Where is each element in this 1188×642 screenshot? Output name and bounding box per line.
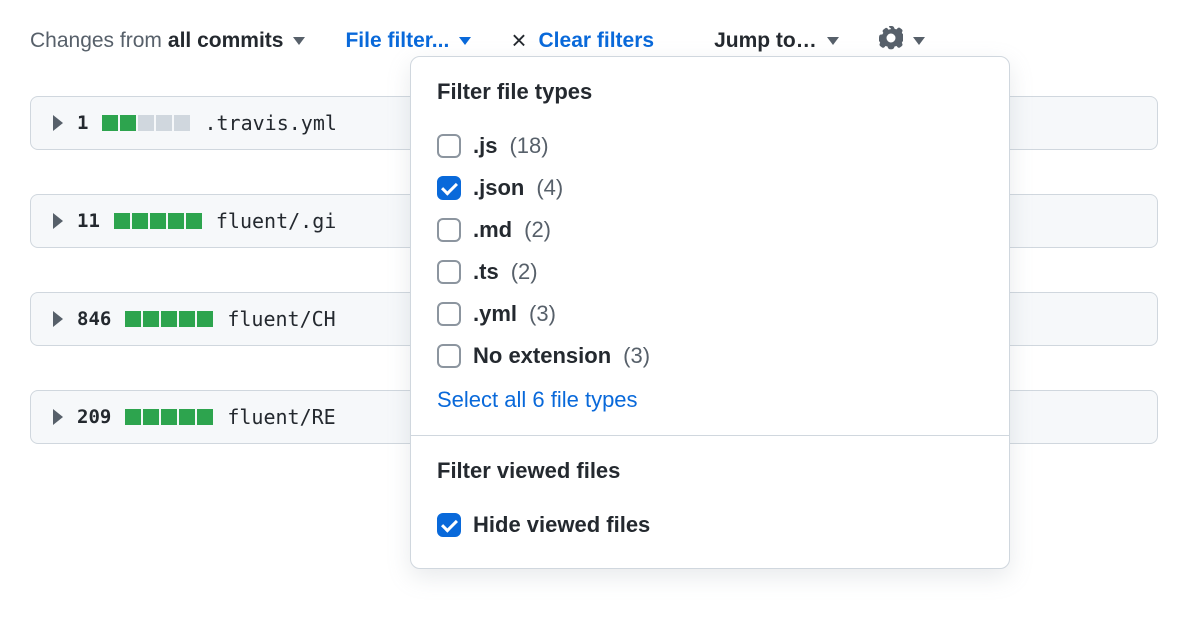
changes-from-prefix: Changes from xyxy=(30,29,162,53)
change-count: 209 xyxy=(77,406,111,428)
checkbox-icon xyxy=(437,176,461,200)
caret-down-icon xyxy=(293,37,305,45)
file-filter-dropdown[interactable]: File filter... xyxy=(345,29,471,53)
gear-icon xyxy=(879,26,903,56)
file-name: .travis.yml xyxy=(204,111,336,135)
caret-down-icon xyxy=(459,37,471,45)
filetype-option-yml[interactable]: .yml (3) xyxy=(437,293,983,335)
diff-stat-blocks xyxy=(125,409,213,425)
filter-file-types-section: Filter file types .js (18) .json (4) .md… xyxy=(411,57,1009,435)
filetype-ext: .md xyxy=(473,217,512,243)
diff-toolbar: Changes from all commits File filter... … xyxy=(30,25,1158,56)
change-count: 846 xyxy=(77,308,111,330)
file-name: fluent/.gi xyxy=(216,209,336,233)
filetype-count: (18) xyxy=(509,133,548,159)
changes-from-scope: all commits xyxy=(168,29,284,53)
file-filter-label: File filter... xyxy=(345,29,449,53)
filter-viewed-header: Filter viewed files xyxy=(437,458,983,484)
filter-file-types-header: Filter file types xyxy=(437,79,983,105)
filetype-count: (2) xyxy=(524,217,551,243)
filetype-option-ts[interactable]: .ts (2) xyxy=(437,251,983,293)
diff-stat-blocks xyxy=(125,311,213,327)
clear-filters-label: Clear filters xyxy=(539,29,655,53)
filetype-count: (3) xyxy=(623,343,650,369)
file-filter-panel: Filter file types .js (18) .json (4) .md… xyxy=(410,56,1010,569)
hide-viewed-label: Hide viewed files xyxy=(473,512,650,538)
jump-to-dropdown[interactable]: Jump to… xyxy=(714,29,839,53)
chevron-right-icon xyxy=(53,311,63,327)
caret-down-icon xyxy=(827,37,839,45)
checkbox-icon xyxy=(437,134,461,158)
file-name: fluent/RE xyxy=(227,405,335,429)
diff-settings-dropdown[interactable] xyxy=(879,26,925,56)
jump-to-label: Jump to… xyxy=(714,29,817,53)
x-icon: × xyxy=(511,25,526,56)
checkbox-icon xyxy=(437,302,461,326)
filetype-option-noext[interactable]: No extension (3) xyxy=(437,335,983,377)
filetype-count: (4) xyxy=(536,175,563,201)
file-name: fluent/CH xyxy=(227,307,335,331)
caret-down-icon xyxy=(913,37,925,45)
chevron-right-icon xyxy=(53,213,63,229)
filetype-option-js[interactable]: .js (18) xyxy=(437,125,983,167)
filetype-ext: .js xyxy=(473,133,497,159)
filetype-ext: .yml xyxy=(473,301,517,327)
hide-viewed-files-option[interactable]: Hide viewed files xyxy=(437,504,983,546)
chevron-right-icon xyxy=(53,409,63,425)
diff-stat-blocks xyxy=(114,213,202,229)
filter-viewed-section: Filter viewed files Hide viewed files xyxy=(411,435,1009,568)
change-count: 11 xyxy=(77,210,100,232)
diff-stat-blocks xyxy=(102,115,190,131)
change-count: 1 xyxy=(77,112,88,134)
checkbox-icon xyxy=(437,344,461,368)
filetype-ext: No extension xyxy=(473,343,611,369)
filetype-ext: .json xyxy=(473,175,524,201)
chevron-right-icon xyxy=(53,115,63,131)
checkbox-icon xyxy=(437,218,461,242)
changes-from-dropdown[interactable]: Changes from all commits xyxy=(30,29,305,53)
filetype-option-json[interactable]: .json (4) xyxy=(437,167,983,209)
filetype-option-md[interactable]: .md (2) xyxy=(437,209,983,251)
file-list: 1 .travis.yml 11 fluent/.gi 846 fluent/C… xyxy=(30,96,1158,444)
checkbox-icon xyxy=(437,260,461,284)
filetype-ext: .ts xyxy=(473,259,499,285)
clear-filters-button[interactable]: × Clear filters xyxy=(511,25,654,56)
filetype-count: (2) xyxy=(511,259,538,285)
select-all-filetypes-link[interactable]: Select all 6 file types xyxy=(437,377,983,413)
filetype-count: (3) xyxy=(529,301,556,327)
checkbox-icon xyxy=(437,513,461,537)
